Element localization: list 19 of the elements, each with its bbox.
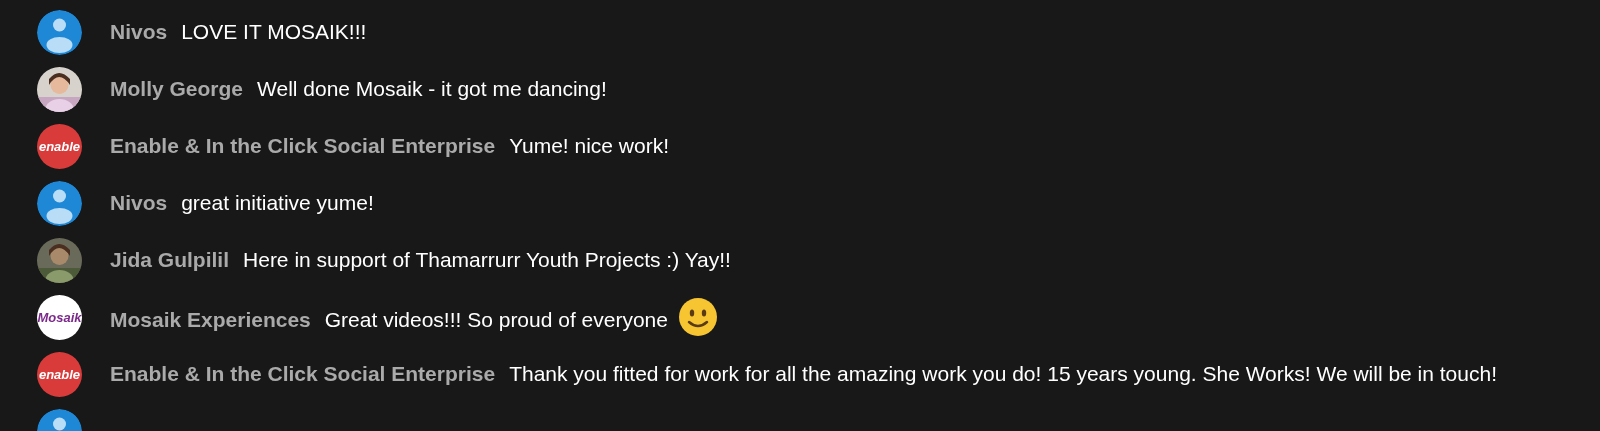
chat-message: Thank you fitted for work for all the amazing work you do! 15 years young. She Works! We will be in touch! (509, 362, 1497, 385)
avatar-icon (37, 10, 82, 55)
author-name[interactable]: Enable & In the Click Social Enterprise (110, 362, 496, 385)
logo-avatar: enable (37, 352, 82, 397)
author-name[interactable]: Nivos (110, 20, 168, 43)
logo-avatar: Mosaik (37, 295, 82, 340)
author-name[interactable]: Molly George (110, 77, 244, 100)
chat-message: Great videos!!! So proud of everyone (324, 307, 668, 331)
chat-message: great initiative yume! (181, 191, 374, 214)
author-name[interactable]: Nivos (110, 191, 168, 214)
author-name[interactable]: Mosaik Experiences (110, 307, 311, 331)
avatar-icon (37, 181, 82, 226)
logo-avatar: enable (37, 124, 82, 169)
chat-message: LOVE IT MOSAIK!!! (181, 20, 367, 43)
author-name[interactable]: Jida Gulpilil (110, 248, 230, 271)
author-name[interactable]: Enable & In the Click Social Enterprise (110, 134, 496, 157)
chat-message: Here in support of Thamarrurr Youth Projects :) Yay!! (243, 248, 731, 271)
chat-message: Well done Mosaik - it got me dancing! (257, 77, 607, 100)
chat-message: Yume! nice work! (509, 134, 670, 157)
